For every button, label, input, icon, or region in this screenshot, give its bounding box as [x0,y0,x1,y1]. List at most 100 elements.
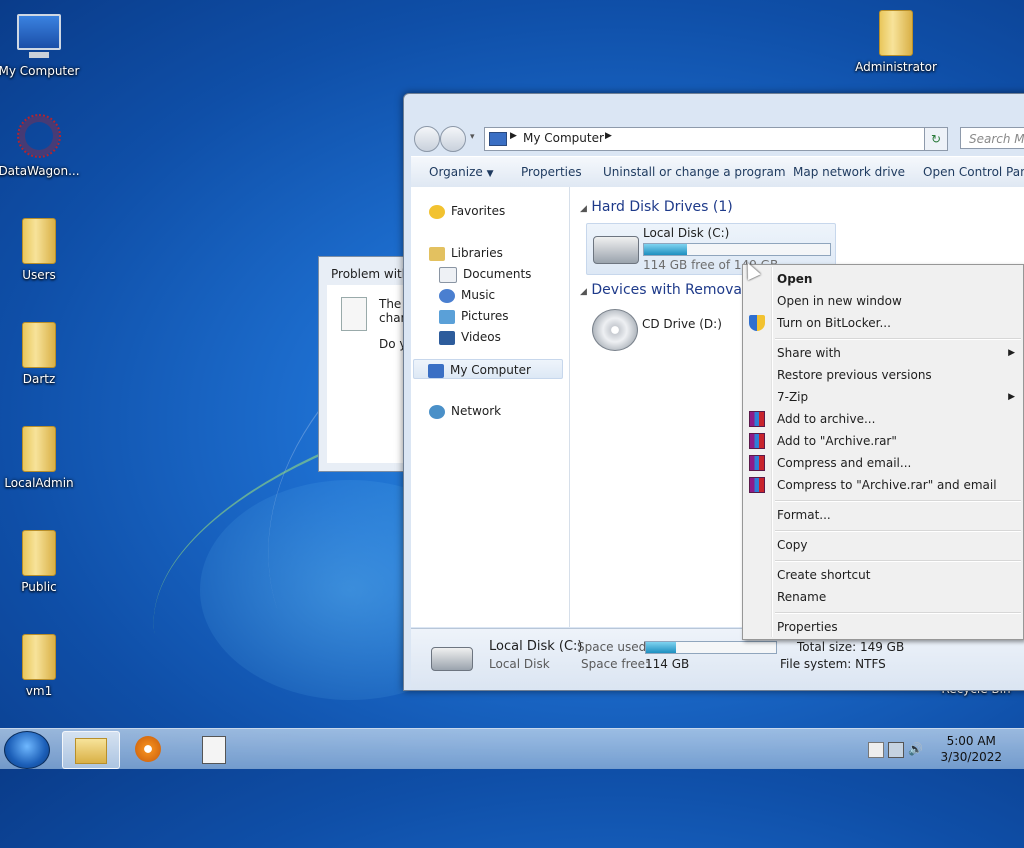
details-space-used-label: Space used: [577,640,651,654]
group-removable-storage[interactable]: ◢ Devices with Removab [580,282,751,298]
desktop-icon-label: Administrator [855,60,937,74]
navigation-bar: ▾ ▶ My Computer ▶ ▼ ↻ Search My C [412,124,1024,152]
clock-date: 3/30/2022 [940,750,1002,764]
menu-item-bitlocker[interactable]: Turn on BitLocker... [777,316,891,330]
map-network-drive-button[interactable]: Map network drive [793,165,905,179]
properties-button[interactable]: Properties [521,165,582,179]
taskbar-media-player-button[interactable] [120,731,176,767]
winrar-icon [749,433,765,449]
desktop-icon-label: vm1 [25,684,53,698]
media-player-icon [135,736,161,762]
menu-item-add-to-archive[interactable]: Add to archive... [777,412,875,426]
menu-item-add-to-archive-rar[interactable]: Add to "Archive.rar" [777,434,897,448]
network-icon [429,404,445,419]
group-hard-disk-drives[interactable]: ◢ Hard Disk Drives (1) [580,199,733,215]
breadcrumb-my-computer[interactable]: My Computer [523,131,604,145]
menu-item-compress-email[interactable]: Compress and email... [777,456,911,470]
forward-button[interactable] [440,126,466,152]
computer-icon [428,363,444,378]
clock-time: 5:00 AM [946,734,996,748]
folder-icon [17,634,61,682]
bitlocker-shield-icon [749,315,765,331]
breadcrumb-separator-icon[interactable]: ▶ [605,131,612,141]
nav-documents[interactable]: Documents [439,264,531,284]
context-menu: Open Open in new window Turn on BitLocke… [742,264,1024,640]
network-tray-icon[interactable] [888,742,904,758]
submenu-arrow-icon: ▶ [1008,348,1015,358]
desktop-icon-label: DataWagon... [0,164,80,178]
nav-music[interactable]: Music [439,285,495,305]
search-input[interactable]: Search My C [960,127,1024,149]
drive-d-name: CD Drive (D:) [642,317,722,331]
menu-item-open[interactable]: Open [777,272,812,286]
taskbar-app-button[interactable] [186,731,242,767]
nav-favorites[interactable]: Favorites [429,201,505,221]
breadcrumb-separator-icon: ▶ [510,131,517,141]
drive-c-name: Local Disk (C:) [643,226,730,240]
recent-pages-chevron-icon[interactable]: ▾ [470,132,475,142]
drive-c-usage-bar [643,243,831,256]
folder-icon [17,322,61,370]
desktop-icon-users[interactable]: Users [0,218,81,282]
menu-item-create-shortcut[interactable]: Create shortcut [777,568,870,582]
datawagon-shortcut-icon [17,114,61,162]
application-window-icon [202,736,226,764]
menu-item-7zip[interactable]: 7-Zip [777,390,808,404]
nav-libraries[interactable]: Libraries [429,243,503,263]
pictures-icon [439,309,455,324]
folder-icon [17,218,61,266]
cd-drive-icon [592,309,638,351]
details-total-size: Total size: 149 GB [797,640,905,654]
desktop-icon-label: Users [22,268,56,282]
winrar-icon [749,477,765,493]
menu-item-format[interactable]: Format... [777,508,831,522]
taskbar-explorer-button[interactable] [62,731,120,769]
address-bar[interactable]: ▶ My Computer ▶ ▼ [484,127,946,151]
computer-icon [489,132,507,146]
organize-button[interactable]: Organize ▼ [429,165,494,179]
desktop-icon-label: My Computer [0,64,80,78]
menu-item-rename[interactable]: Rename [777,590,826,604]
menu-item-properties[interactable]: Properties [777,620,838,634]
desktop-icon-administrator[interactable]: Administrator [854,10,938,74]
desktop-icon-localadmin[interactable]: LocalAdmin [0,426,81,490]
desktop-icon-label: Dartz [22,372,56,386]
desktop-icon-vm1[interactable]: vm1 [0,634,81,698]
hard-disk-icon [593,236,639,264]
refresh-icon[interactable]: ↻ [924,127,948,151]
folder-icon [874,10,918,58]
winrar-icon [749,455,765,471]
details-space-free-label: Space free: [581,657,650,671]
system-tray: 🔊 5:00 AM 3/30/2022 [854,729,1024,769]
desktop-icon-dartz[interactable]: Dartz [0,322,81,386]
libraries-icon [429,246,445,261]
start-button[interactable] [4,731,50,769]
nav-my-computer[interactable]: My Computer [413,359,563,379]
desktop-icon-public[interactable]: Public [0,530,81,594]
nav-videos[interactable]: Videos [439,327,501,347]
navigation-pane: Favorites Libraries Documents Music Pict… [411,187,570,627]
menu-item-restore-versions[interactable]: Restore previous versions [777,368,932,382]
nav-network[interactable]: Network [429,401,501,421]
desktop-icon-my-computer[interactable]: My Computer [0,10,81,78]
drive-c-usage-fill [644,244,687,255]
desktop-icon-label: LocalAdmin [4,476,74,490]
menu-item-copy[interactable]: Copy [777,538,807,552]
magnifier-icon [341,297,367,331]
action-center-icon[interactable] [868,742,884,758]
desktop-icon-datawagon[interactable]: DataWagon... [0,114,81,178]
clock[interactable]: 5:00 AM 3/30/2022 [940,733,1002,765]
folder-icon [17,426,61,474]
folder-icon [17,530,61,578]
collapse-icon: ◢ [580,204,587,214]
menu-item-compress-rar-email[interactable]: Compress to "Archive.rar" and email [777,478,997,492]
menu-item-open-new-window[interactable]: Open in new window [777,294,902,308]
volume-icon[interactable]: 🔊 [908,742,923,756]
menu-item-share-with[interactable]: Share with [777,346,841,360]
nav-pictures[interactable]: Pictures [439,306,509,326]
command-bar: Organize ▼ Properties Uninstall or chang… [411,156,1024,188]
computer-icon [17,14,61,62]
uninstall-program-button[interactable]: Uninstall or change a program [603,165,786,179]
back-button[interactable] [414,126,440,152]
open-control-panel-button[interactable]: Open Control Panel [923,165,1024,179]
